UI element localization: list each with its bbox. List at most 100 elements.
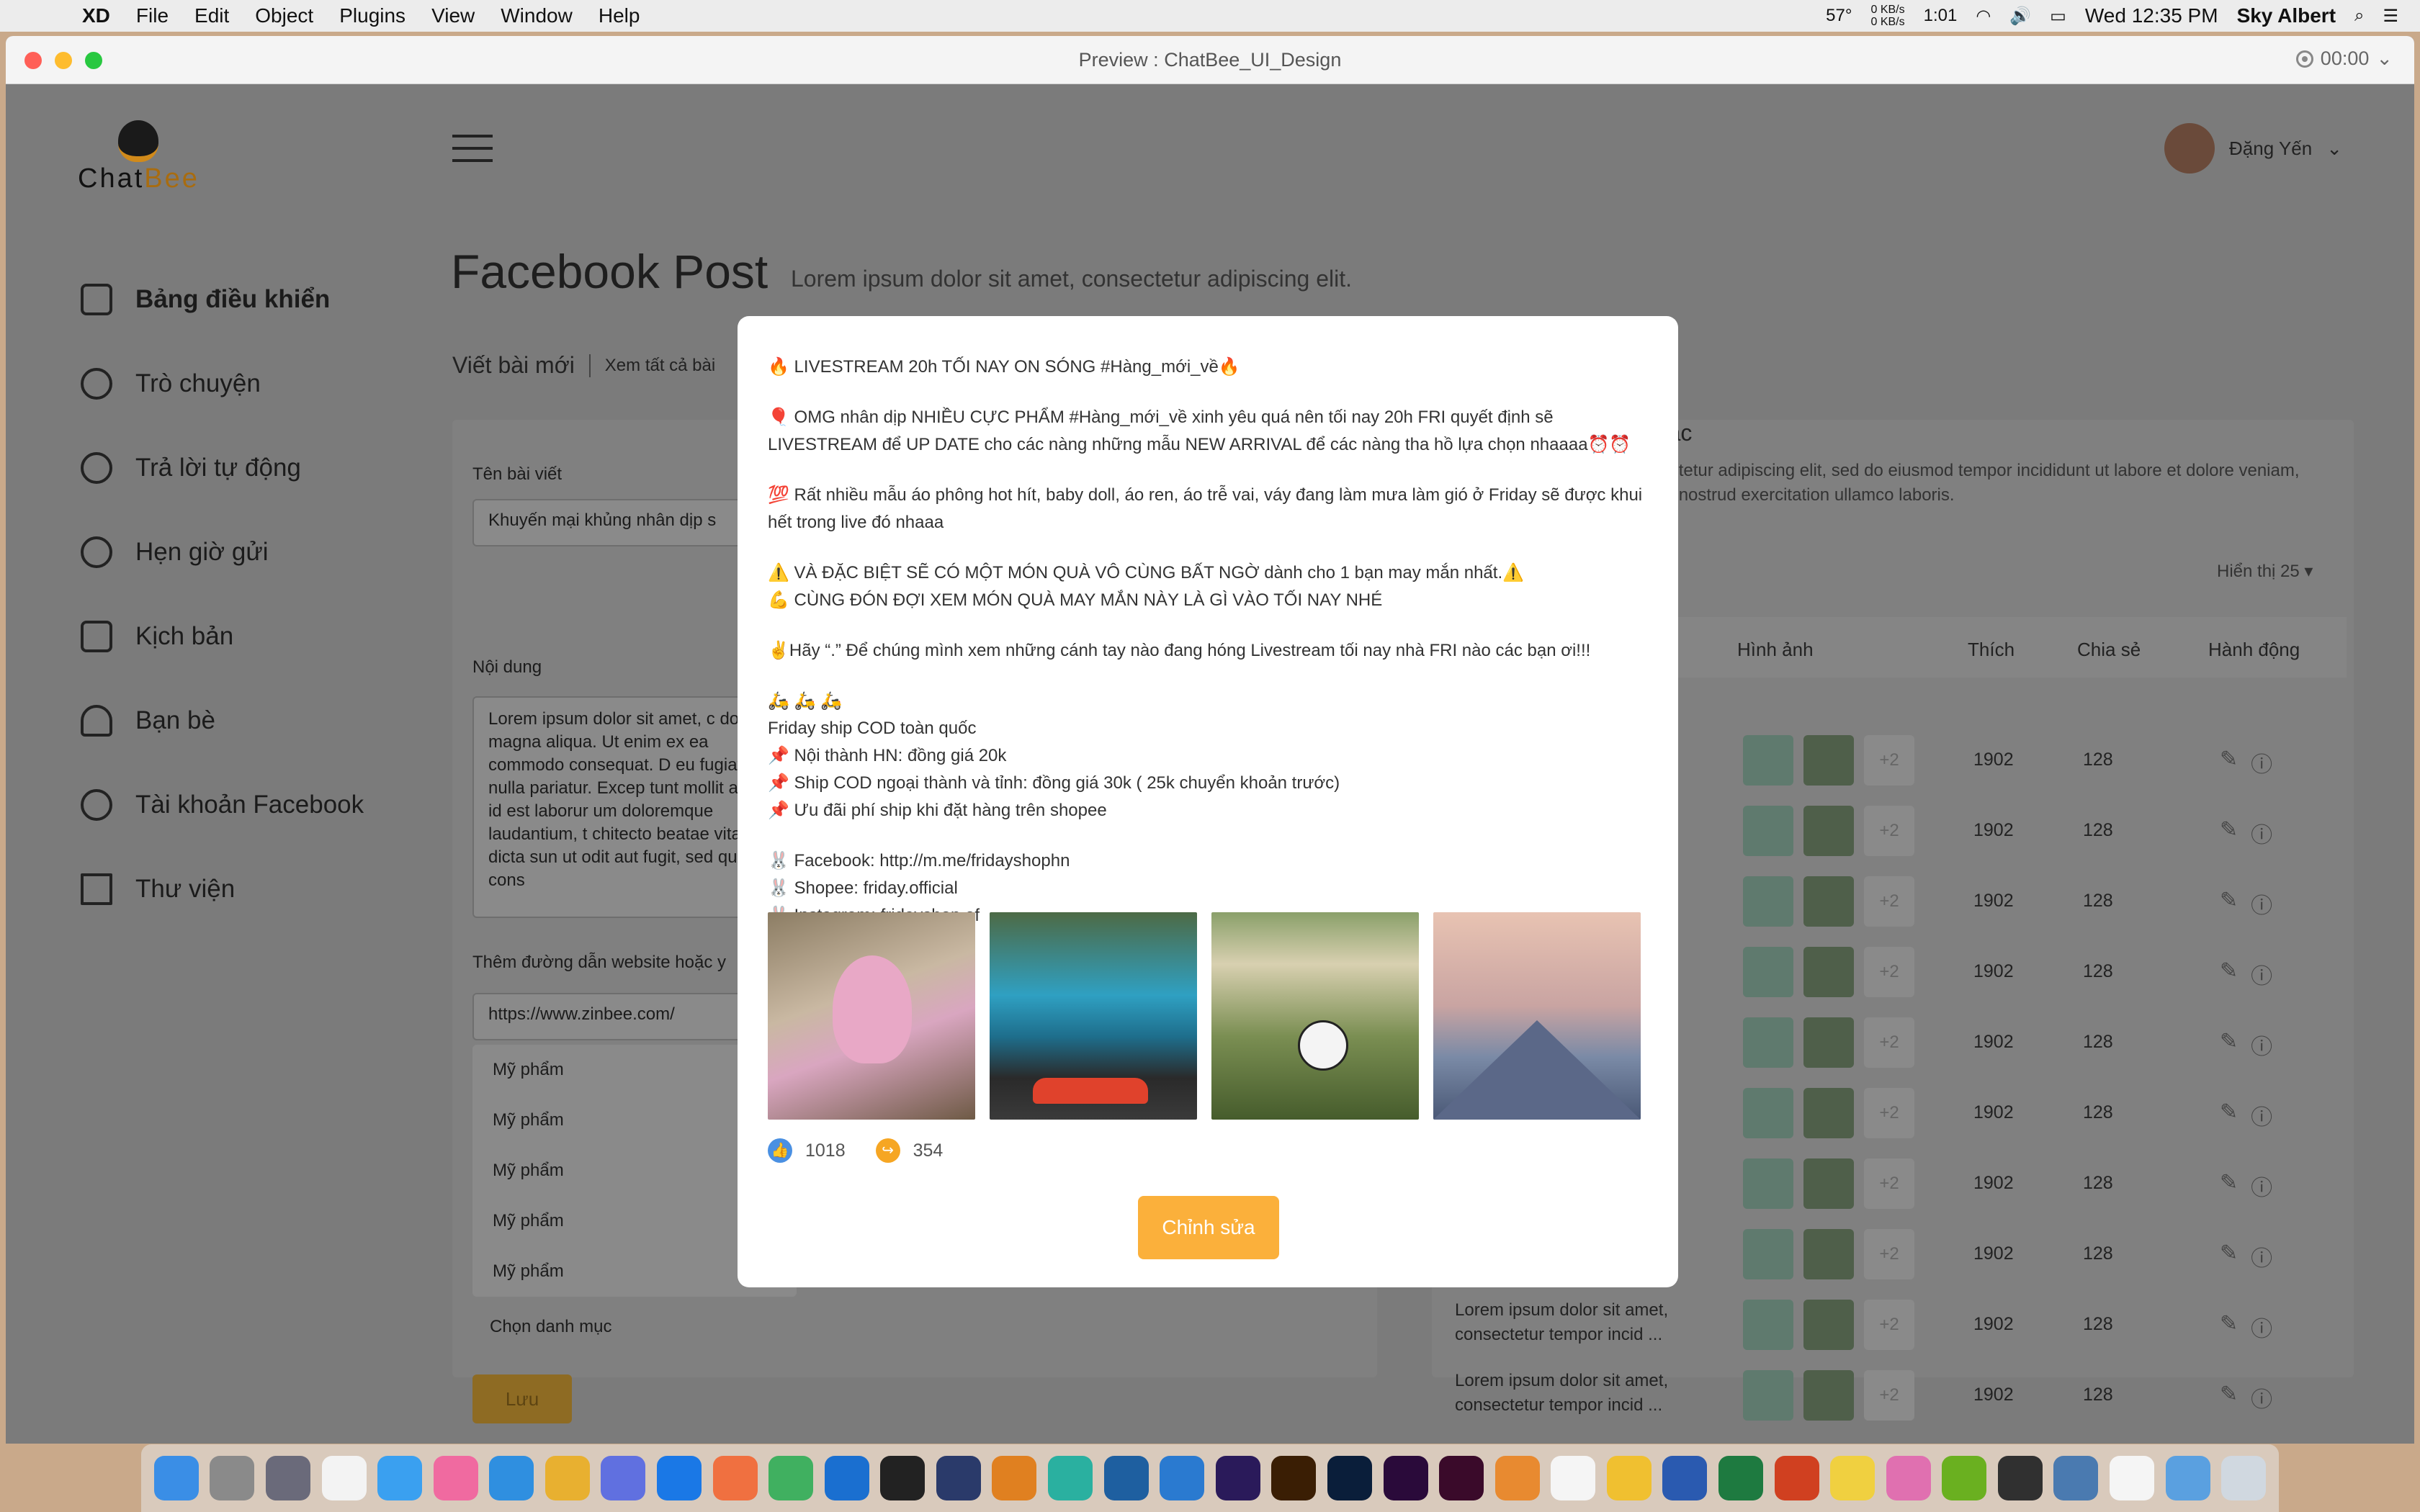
chatbee-logo[interactable]: ChatBee <box>78 120 200 194</box>
calendar-icon[interactable] <box>2110 1456 2155 1500</box>
tab-view-all[interactable]: Xem tất cả bài <box>605 356 715 376</box>
word-icon[interactable] <box>1662 1456 1708 1500</box>
tab-new-post[interactable]: Viết bài mới <box>452 352 575 379</box>
post-thumbnail[interactable] <box>1803 1300 1854 1350</box>
battery-time[interactable]: 1:01 <box>1924 6 1958 26</box>
more-images-badge[interactable]: +2 <box>1864 806 1914 856</box>
sidebar-item-dashboard[interactable]: Bảng điều khiển <box>81 257 364 341</box>
system-preferences-icon[interactable] <box>210 1456 255 1500</box>
sketch-pen-icon[interactable] <box>712 1456 758 1500</box>
battery-icon[interactable]: ▭ <box>2050 6 2066 27</box>
edit-icon[interactable]: ✎ <box>2220 1241 2238 1272</box>
post-thumbnail[interactable] <box>1803 1370 1854 1421</box>
post-thumbnail[interactable] <box>1743 735 1793 786</box>
edit-icon[interactable]: ✎ <box>2220 888 2238 919</box>
vscode-icon[interactable] <box>1160 1456 1205 1500</box>
edit-icon[interactable]: ✎ <box>2220 1311 2238 1343</box>
sidebar-item-library[interactable]: Thư viện <box>81 847 364 931</box>
messages-icon[interactable] <box>377 1456 423 1500</box>
powerpoint-icon[interactable] <box>1774 1456 1819 1500</box>
edit-icon[interactable]: ✎ <box>2220 958 2238 990</box>
atom-icon[interactable] <box>1048 1456 1093 1500</box>
page-size-select[interactable]: Hiển thị 25 ▾ <box>2217 561 2313 582</box>
menu-view[interactable]: View <box>431 4 475 27</box>
webstorm-icon[interactable] <box>1103 1456 1149 1500</box>
menu-app-name[interactable]: XD <box>82 4 110 27</box>
photoshop-icon[interactable] <box>1327 1456 1372 1500</box>
info-icon[interactable]: ⓘ <box>2251 1241 2272 1272</box>
post-thumbnail[interactable] <box>1743 806 1793 856</box>
post-image-car[interactable] <box>990 912 1197 1120</box>
info-icon[interactable]: ⓘ <box>2251 888 2272 919</box>
table-row[interactable]: Lorem ipsum dolor sit amet, consectetur … <box>1439 1290 2354 1360</box>
safari-icon[interactable] <box>489 1456 534 1500</box>
menu-window[interactable]: Window <box>501 4 573 27</box>
trash-icon[interactable] <box>2221 1456 2267 1500</box>
downloads-folder-icon[interactable] <box>2165 1456 2210 1500</box>
menu-help[interactable]: Help <box>599 4 640 27</box>
hyper-icon[interactable] <box>936 1456 981 1500</box>
excel-icon[interactable] <box>1718 1456 1763 1500</box>
post-thumbnail[interactable] <box>1803 1017 1854 1068</box>
post-thumbnail[interactable] <box>1743 1158 1793 1209</box>
more-images-badge[interactable]: +2 <box>1864 1088 1914 1138</box>
post-image-flower[interactable] <box>768 912 975 1120</box>
post-thumbnail[interactable] <box>1743 876 1793 927</box>
sidebar-item-chat[interactable]: Trò chuyện <box>81 341 364 426</box>
xd-icon[interactable] <box>1439 1456 1484 1500</box>
preview-icon[interactable] <box>2053 1456 2099 1500</box>
info-icon[interactable]: ⓘ <box>2251 1311 2272 1343</box>
sidebar-item-auto-reply[interactable]: Trả lời tự động <box>81 426 364 510</box>
more-images-badge[interactable]: +2 <box>1864 735 1914 786</box>
post-image-football[interactable] <box>1211 912 1419 1120</box>
more-images-badge[interactable]: +2 <box>1864 1158 1914 1209</box>
post-thumbnail[interactable] <box>1803 806 1854 856</box>
music-icon[interactable] <box>433 1456 478 1500</box>
info-icon[interactable]: ⓘ <box>2251 747 2272 778</box>
hamburger-menu-icon[interactable] <box>452 135 493 171</box>
post-image-mountain[interactable] <box>1433 912 1641 1120</box>
vectornator-icon[interactable] <box>1942 1456 1987 1500</box>
table-row[interactable]: Lorem ipsum dolor sit amet, consectetur … <box>1439 1360 2354 1431</box>
more-images-badge[interactable]: +2 <box>1864 1300 1914 1350</box>
sidebar-item-schedule[interactable]: Hẹn giờ gửi <box>81 510 364 594</box>
network-status[interactable]: 0 KB/s 0 KB/s <box>1870 4 1904 28</box>
premiere-icon[interactable] <box>1383 1456 1428 1500</box>
activity-monitor-icon[interactable] <box>1997 1456 2043 1500</box>
user-menu[interactable]: Đặng Yến ⌄ <box>2164 123 2342 174</box>
volume-icon[interactable]: 🔊 <box>2009 6 2031 27</box>
info-icon[interactable]: ⓘ <box>2251 1170 2272 1202</box>
menu-plugins[interactable]: Plugins <box>339 4 405 27</box>
sidebar-item-script[interactable]: Kịch bản <box>81 594 364 678</box>
wifi-icon[interactable]: ◠ <box>1976 6 1991 27</box>
edit-icon[interactable]: ✎ <box>2220 1029 2238 1061</box>
edit-icon[interactable]: ✎ <box>2220 1099 2238 1131</box>
menu-user[interactable]: Sky Albert <box>2237 4 2336 27</box>
duck-icon[interactable] <box>1830 1456 1876 1500</box>
more-images-badge[interactable]: +2 <box>1864 1229 1914 1279</box>
post-thumbnail[interactable] <box>1743 947 1793 997</box>
column-shares[interactable]: Chia sẻ <box>2077 639 2141 661</box>
info-icon[interactable]: ⓘ <box>2251 1099 2272 1131</box>
menu-clock[interactable]: Wed 12:35 PM <box>2085 4 2218 27</box>
post-thumbnail[interactable] <box>1743 1300 1793 1350</box>
menu-object[interactable]: Object <box>255 4 313 27</box>
more-images-badge[interactable]: +2 <box>1864 947 1914 997</box>
post-thumbnail[interactable] <box>1743 1370 1793 1421</box>
spotlight-search-icon[interactable]: ⌕ <box>2354 6 2364 26</box>
info-icon[interactable]: ⓘ <box>2251 1029 2272 1061</box>
discord-icon[interactable] <box>601 1456 646 1500</box>
record-control[interactable]: 00:00 ⌄ <box>2295 48 2393 70</box>
more-images-badge[interactable]: +2 <box>1864 1017 1914 1068</box>
edit-icon[interactable]: ✎ <box>2220 1170 2238 1202</box>
notification-center-icon[interactable]: ☰ <box>2383 6 2398 27</box>
sidebar-item-facebook-account[interactable]: Tài khoản Facebook <box>81 762 364 847</box>
launchpad-icon[interactable] <box>265 1456 310 1500</box>
post-thumbnail[interactable] <box>1803 1158 1854 1209</box>
post-thumbnail[interactable] <box>1743 1017 1793 1068</box>
edit-button[interactable]: Chỉnh sửa <box>1138 1196 1279 1259</box>
cyberduck-icon[interactable] <box>1551 1456 1596 1500</box>
category-select[interactable]: Chọn danh mục <box>490 1317 611 1337</box>
reminders-icon[interactable] <box>321 1456 367 1500</box>
zalo-icon[interactable] <box>656 1456 702 1500</box>
